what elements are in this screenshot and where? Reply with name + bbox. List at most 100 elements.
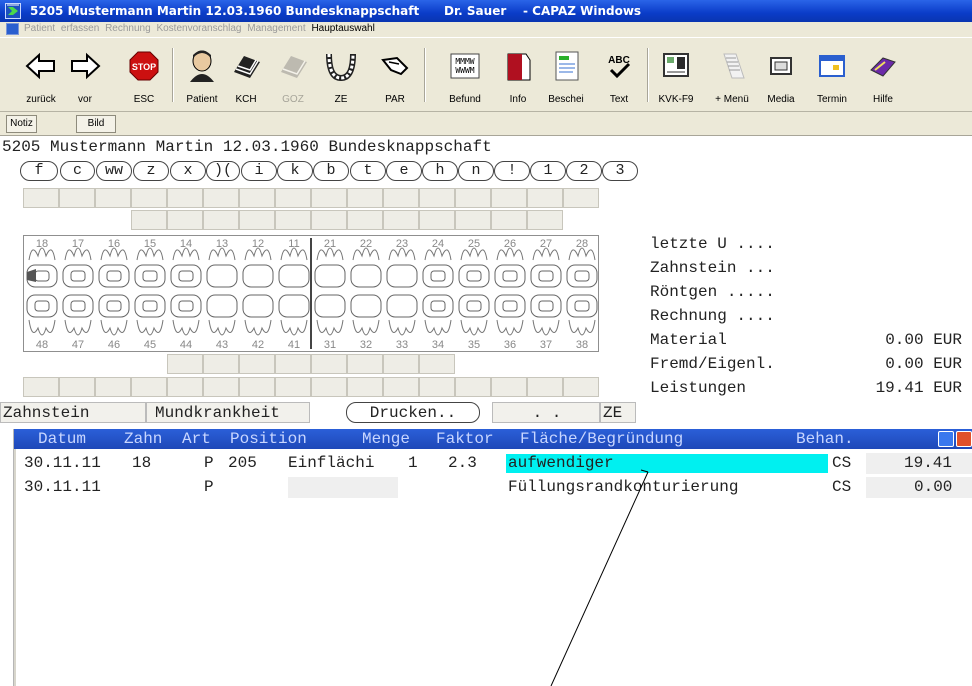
vor-button[interactable]: vor xyxy=(63,44,107,110)
status-cell[interactable] xyxy=(347,210,383,230)
status-cell[interactable] xyxy=(347,188,383,208)
status-cell[interactable] xyxy=(59,188,95,208)
status-cell[interactable] xyxy=(563,377,599,397)
pill-3[interactable]: 3 xyxy=(602,161,638,181)
cell-begruendung[interactable]: aufwendiger xyxy=(508,452,614,474)
status-cell[interactable] xyxy=(347,377,383,397)
status-cell[interactable] xyxy=(347,354,383,374)
pill-b[interactable]: b xyxy=(313,161,349,181)
pill-c[interactable]: c xyxy=(60,161,95,181)
status-cell[interactable] xyxy=(455,210,491,230)
kch-button[interactable]: KCH xyxy=(224,44,268,110)
bild-button[interactable]: Bild xyxy=(76,115,116,133)
status-cell[interactable] xyxy=(23,377,59,397)
status-cell[interactable] xyxy=(527,188,563,208)
status-cell[interactable] xyxy=(23,188,59,208)
patient-button[interactable]: Patient xyxy=(180,44,224,110)
esc-button[interactable]: STOP ESC xyxy=(122,44,166,110)
status-cell[interactable] xyxy=(311,188,347,208)
menu-hauptauswahl[interactable]: Hauptauswahl xyxy=(311,23,374,34)
status-cell[interactable] xyxy=(383,210,419,230)
status-cell[interactable] xyxy=(419,377,455,397)
status-cell[interactable] xyxy=(95,377,131,397)
menu-erfassen[interactable]: erfassen xyxy=(61,23,99,34)
notiz-button[interactable]: Notiz xyxy=(6,115,37,133)
ze-button[interactable]: ZE xyxy=(319,44,363,110)
pill-2[interactable]: 2 xyxy=(566,161,602,181)
mundkrankheit-field[interactable]: Mundkrankheit xyxy=(146,402,310,423)
status-cell[interactable] xyxy=(311,354,347,374)
col-position[interactable]: Position xyxy=(230,429,307,449)
status-cell[interactable] xyxy=(311,210,347,230)
status-cell[interactable] xyxy=(95,210,131,230)
status-cell[interactable] xyxy=(491,210,527,230)
status-cell[interactable] xyxy=(455,354,491,374)
status-cell[interactable] xyxy=(527,377,563,397)
col-flaeche-begruendung[interactable]: Fläche/Begründung xyxy=(520,429,683,449)
status-cell[interactable] xyxy=(131,188,167,208)
pill-ww[interactable]: ww xyxy=(96,161,132,181)
close-icon[interactable] xyxy=(956,431,972,447)
text-button[interactable]: ABC Text xyxy=(597,44,641,110)
pill-h[interactable]: h xyxy=(422,161,458,181)
pill-exclamation[interactable]: ! xyxy=(494,161,530,181)
status-cell[interactable] xyxy=(383,354,419,374)
status-cell[interactable] xyxy=(131,377,167,397)
pill-i[interactable]: i xyxy=(241,161,277,181)
status-cell[interactable] xyxy=(239,210,275,230)
status-cell[interactable] xyxy=(311,377,347,397)
status-cell[interactable] xyxy=(167,210,203,230)
col-zahn[interactable]: Zahn xyxy=(124,429,162,449)
status-cell[interactable] xyxy=(383,188,419,208)
pill-k[interactable]: k xyxy=(277,161,313,181)
status-cell[interactable] xyxy=(203,377,239,397)
status-cell[interactable] xyxy=(23,210,59,230)
pill-n[interactable]: n xyxy=(458,161,494,181)
info-button[interactable]: Info xyxy=(496,44,540,110)
status-cell[interactable] xyxy=(563,210,599,230)
maximize-icon[interactable] xyxy=(938,431,954,447)
pill-e[interactable]: e xyxy=(386,161,422,181)
table-row[interactable]: 30.11.11 18 P 205 Einflächi 1 2.3 aufwen… xyxy=(16,452,972,474)
col-art[interactable]: Art xyxy=(182,429,211,449)
pill-x[interactable]: x xyxy=(170,161,206,181)
pill-1[interactable]: 1 xyxy=(530,161,566,181)
status-cell[interactable] xyxy=(239,354,275,374)
pill-bracket[interactable]: )( xyxy=(206,161,240,181)
status-cell[interactable] xyxy=(563,354,599,374)
status-cell[interactable] xyxy=(275,188,311,208)
status-cell[interactable] xyxy=(455,377,491,397)
zurueck-button[interactable]: zurück xyxy=(19,44,63,110)
status-cell[interactable] xyxy=(563,188,599,208)
hilfe-button[interactable]: Hilfe xyxy=(861,44,905,110)
menu-management[interactable]: Management xyxy=(247,23,305,34)
status-cell[interactable] xyxy=(167,377,203,397)
status-cell[interactable] xyxy=(383,377,419,397)
status-cell[interactable] xyxy=(203,354,239,374)
col-faktor[interactable]: Faktor xyxy=(436,429,494,449)
pill-t[interactable]: t xyxy=(350,161,386,181)
status-cell[interactable] xyxy=(455,188,491,208)
bescheid-button[interactable]: Beschei xyxy=(544,44,588,110)
status-cell[interactable] xyxy=(527,354,563,374)
status-cell[interactable] xyxy=(275,210,311,230)
pill-z[interactable]: z xyxy=(133,161,169,181)
status-cell[interactable] xyxy=(275,354,311,374)
status-cell[interactable] xyxy=(95,354,131,374)
status-cell[interactable] xyxy=(239,188,275,208)
status-cell[interactable] xyxy=(203,188,239,208)
status-cell[interactable] xyxy=(59,377,95,397)
status-cell[interactable] xyxy=(275,377,311,397)
befund-button[interactable]: MMMW WWWM Befund xyxy=(443,44,487,110)
status-cell[interactable] xyxy=(59,210,95,230)
status-cell[interactable] xyxy=(203,210,239,230)
status-cell[interactable] xyxy=(239,377,275,397)
menu-rechnung[interactable]: Rechnung xyxy=(105,23,151,34)
plus-menu-button[interactable]: + Menü xyxy=(710,44,754,110)
status-cell[interactable] xyxy=(419,210,455,230)
status-cell[interactable] xyxy=(95,188,131,208)
par-button[interactable]: PAR xyxy=(373,44,417,110)
goz-button[interactable]: GOZ xyxy=(271,44,315,110)
menu-kostenvoranschlag[interactable]: Kostenvoranschlag xyxy=(156,23,241,34)
termin-button[interactable]: Termin xyxy=(810,44,854,110)
